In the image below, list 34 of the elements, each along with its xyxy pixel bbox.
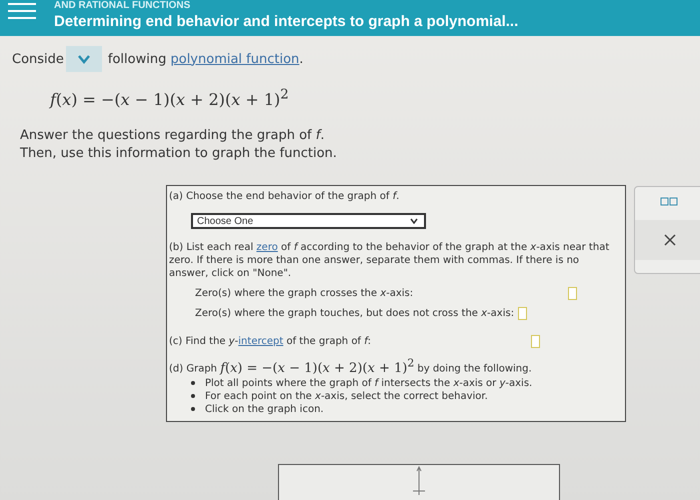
bullet-icon xyxy=(191,394,195,398)
boxes-icon xyxy=(660,197,680,207)
intro-text: following xyxy=(108,52,168,66)
glossary-link[interactable]: polynomial function xyxy=(170,52,300,66)
question-text: (c) Find the y-intercept of the graph of f: xyxy=(169,335,372,348)
glossary-link[interactable]: intercept xyxy=(238,336,284,348)
bullet-text: Plot all points where the graph of f intersects the x-axis or y-axis. xyxy=(205,378,532,389)
close-icon xyxy=(664,234,676,246)
end-behavior-select[interactable]: Choose One xyxy=(191,213,426,230)
page-title: Determining end behavior and intercepts to graph a polynomial... xyxy=(54,13,518,30)
answer-box[interactable] xyxy=(518,307,528,320)
question-text: (d) Graph f(x) = −(x − 1)(x + 2)(x + 1)$^{2}$ by doing the following. xyxy=(169,356,533,376)
collapse-button[interactable] xyxy=(66,46,102,72)
bullet-text: For each point on the x-axis, select the correct behavior. xyxy=(205,390,488,402)
bullet-icon xyxy=(191,381,195,386)
caret-icon xyxy=(410,218,418,224)
intro-text: Conside xyxy=(12,52,64,66)
instruction-text: Then, use this information to graph the function. xyxy=(20,146,337,162)
graph-area[interactable] xyxy=(278,464,560,500)
intro-text: . xyxy=(299,52,304,66)
question-text: (b) List each real zero of f according to the behavior of the graph at the x-axis near that zero. If there is more than one answer, separate them with commas. If there is no answer, click on "None". xyxy=(169,241,610,280)
function-formula: f(x) = −(x − 1)(x + 2)(x + 1)$^{2}$ xyxy=(50,90,289,110)
bullet-icon xyxy=(191,407,195,412)
menu-icon[interactable] xyxy=(8,0,36,22)
field-label: Zero(s) where the graph touches, but does not cross the x-axis: xyxy=(195,308,514,320)
question-text: (a) Choose the end behavior of the graph of f. xyxy=(169,191,400,202)
glossary-link[interactable]: zero xyxy=(256,242,278,254)
answer-box[interactable] xyxy=(531,335,540,348)
topic-label: AND RATIONAL FUNCTIONS xyxy=(54,1,192,11)
answer-box[interactable] xyxy=(568,287,578,300)
bullet-text: Click on the graph icon. xyxy=(205,404,324,415)
chevron-icon xyxy=(76,54,91,64)
instruction-text: Answer the questions regarding the graph of f. xyxy=(20,128,324,144)
field-label: Zero(s) where the graph crosses the x-axis: xyxy=(195,288,414,300)
